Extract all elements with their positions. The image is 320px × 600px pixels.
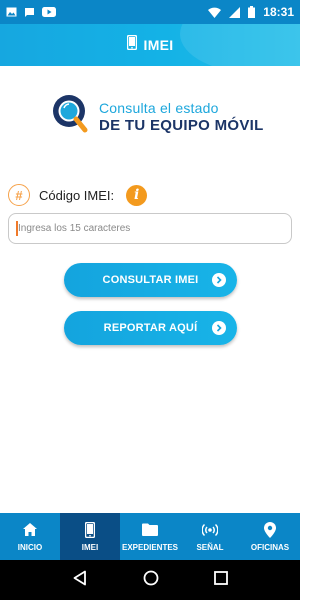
consultar-imei-button[interactable]: CONSULTAR IMEI xyxy=(64,263,237,297)
logo-text: Consulta el estado DE TU EQUIPO MÓVIL xyxy=(99,100,264,134)
nav-item-expedientes[interactable]: EXPEDIENTES xyxy=(120,513,180,560)
nav-item-imei[interactable]: IMEI xyxy=(60,513,120,560)
chevron-right-icon xyxy=(212,321,226,335)
image-icon xyxy=(6,7,17,17)
location-pin-icon xyxy=(264,521,276,538)
hash-icon: # xyxy=(8,184,30,206)
nav-label-imei: IMEI xyxy=(81,542,99,552)
imei-label-row: # Código IMEI: i xyxy=(8,183,292,207)
nav-label-inicio: INICIO xyxy=(17,542,43,552)
chat-icon xyxy=(24,7,35,18)
info-icon[interactable]: i xyxy=(126,184,148,206)
page-title: IMEI xyxy=(143,37,174,53)
status-bar-right: 18:31 xyxy=(208,5,294,19)
logo-headline: DE TU EQUIPO MÓVIL xyxy=(99,116,264,134)
home-circle-icon[interactable] xyxy=(143,570,159,591)
imei-input[interactable] xyxy=(8,213,292,244)
phone-icon xyxy=(85,521,95,538)
status-time: 18:31 xyxy=(263,5,294,19)
recents-icon[interactable] xyxy=(213,570,228,590)
back-icon[interactable] xyxy=(72,570,88,591)
consultar-imei-label: CONSULTAR IMEI xyxy=(102,274,199,286)
reportar-button[interactable]: REPORTAR AQUÍ xyxy=(64,311,237,345)
phone-icon xyxy=(126,34,137,55)
app-header: IMEI xyxy=(0,24,300,66)
nav-label-oficinas: OFICINAS xyxy=(250,542,290,552)
folder-icon xyxy=(142,522,158,538)
header-decoration xyxy=(180,24,300,66)
bottom-nav: INICIO IMEI EXPEDIENTES SEÑAL OFICINAS xyxy=(0,513,300,560)
app-logo: Consulta el estado DE TU EQUIPO MÓVIL xyxy=(52,94,264,139)
wifi-icon xyxy=(208,7,222,18)
nav-label-expedientes: EXPEDIENTES xyxy=(121,542,178,552)
nav-item-inicio[interactable]: INICIO xyxy=(0,513,60,560)
nav-item-oficinas[interactable]: OFICINAS xyxy=(240,513,300,560)
youtube-icon xyxy=(42,7,56,17)
reportar-label: REPORTAR AQUÍ xyxy=(103,322,198,334)
nav-item-senal[interactable]: SEÑAL xyxy=(180,513,240,560)
nav-label-senal: SEÑAL xyxy=(196,542,224,552)
logo-tagline: Consulta el estado xyxy=(99,99,219,116)
signal-waves-icon xyxy=(202,522,218,538)
home-icon xyxy=(23,522,37,538)
battery-icon xyxy=(248,6,256,18)
imei-label: Código IMEI: xyxy=(39,187,115,203)
text-cursor xyxy=(16,221,18,236)
signal-icon xyxy=(229,6,241,18)
app-screen: 18:31 IMEI Consulta el estado DE TU EQUI… xyxy=(0,0,300,600)
status-bar-left xyxy=(6,7,56,18)
magnifier-logo-icon xyxy=(52,94,90,139)
system-nav-bar xyxy=(0,560,300,600)
status-bar: 18:31 xyxy=(0,0,300,24)
chevron-right-icon xyxy=(212,273,226,287)
